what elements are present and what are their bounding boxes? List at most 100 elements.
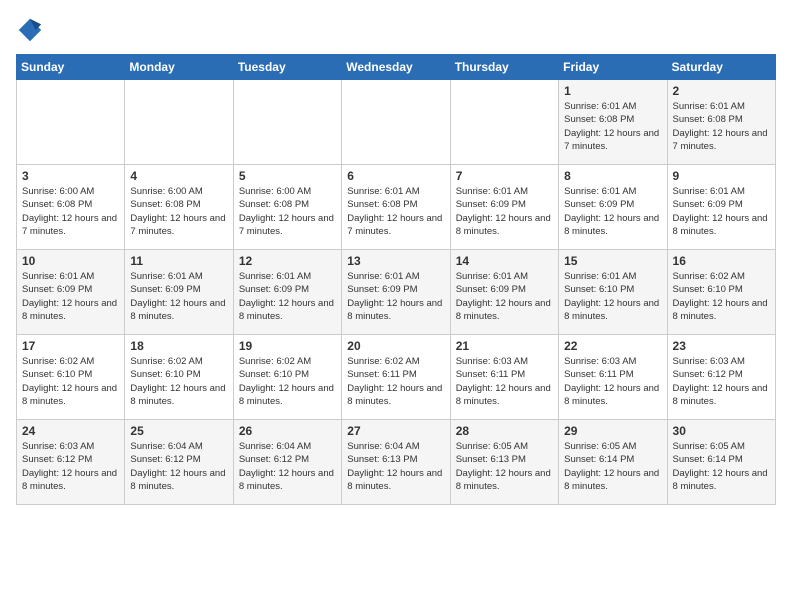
day-cell-19: 19 Sunrise: 6:02 AMSunset: 6:10 PMDayligh…: [233, 335, 341, 420]
day-info: Sunrise: 6:01 AMSunset: 6:09 PMDaylight:…: [130, 270, 227, 323]
day-number: 11: [130, 254, 227, 268]
day-number: 29: [564, 424, 661, 438]
day-info: Sunrise: 6:05 AMSunset: 6:13 PMDaylight:…: [456, 440, 553, 493]
day-cell-10: 10 Sunrise: 6:01 AMSunset: 6:09 PMDayligh…: [17, 250, 125, 335]
day-cell-21: 21 Sunrise: 6:03 AMSunset: 6:11 PMDayligh…: [450, 335, 558, 420]
day-info: Sunrise: 6:01 AMSunset: 6:08 PMDaylight:…: [347, 185, 444, 238]
day-number: 18: [130, 339, 227, 353]
day-info: Sunrise: 6:00 AMSunset: 6:08 PMDaylight:…: [239, 185, 336, 238]
column-header-monday: Monday: [125, 55, 233, 80]
day-cell-22: 22 Sunrise: 6:03 AMSunset: 6:11 PMDayligh…: [559, 335, 667, 420]
day-cell-23: 23Sunrise: 6:03 AMSunset: 6:12 PMDayligh…: [667, 335, 775, 420]
day-number: 23: [673, 339, 770, 353]
day-cell-25: 25Sunrise: 6:04 AMSunset: 6:12 PMDayligh…: [125, 420, 233, 505]
day-info: Sunrise: 6:01 AMSunset: 6:08 PMDaylight:…: [673, 100, 770, 153]
column-header-sunday: Sunday: [17, 55, 125, 80]
day-cell-27: 27Sunrise: 6:04 AMSunset: 6:13 PMDayligh…: [342, 420, 450, 505]
day-cell-empty: [233, 80, 341, 165]
day-info: Sunrise: 6:01 AMSunset: 6:10 PMDaylight:…: [564, 270, 661, 323]
day-cell-8: 8Sunrise: 6:01 AMSunset: 6:09 PMDaylight…: [559, 165, 667, 250]
day-number: 21: [456, 339, 553, 353]
day-cell-13: 13 Sunrise: 6:01 AMSunset: 6:09 PMDayligh…: [342, 250, 450, 335]
day-cell-9: 9 Sunrise: 6:01 AMSunset: 6:09 PMDaylight…: [667, 165, 775, 250]
day-cell-empty: [342, 80, 450, 165]
day-info: Sunrise: 6:02 AMSunset: 6:10 PMDaylight:…: [673, 270, 770, 323]
week-row-1: 1 Sunrise: 6:01 AMSunset: 6:08 PMDaylight…: [17, 80, 776, 165]
day-info: Sunrise: 6:01 AMSunset: 6:09 PMDaylight:…: [456, 270, 553, 323]
day-number: 26: [239, 424, 336, 438]
week-row-4: 17 Sunrise: 6:02 AMSunset: 6:10 PMDayligh…: [17, 335, 776, 420]
day-number: 24: [22, 424, 119, 438]
day-cell-24: 24 Sunrise: 6:03 AMSunset: 6:12 PMDayligh…: [17, 420, 125, 505]
day-cell-17: 17 Sunrise: 6:02 AMSunset: 6:10 PMDayligh…: [17, 335, 125, 420]
week-row-2: 3 Sunrise: 6:00 AMSunset: 6:08 PMDaylight…: [17, 165, 776, 250]
day-info: Sunrise: 6:04 AMSunset: 6:13 PMDaylight:…: [347, 440, 444, 493]
day-info: Sunrise: 6:03 AMSunset: 6:11 PMDaylight:…: [456, 355, 553, 408]
column-header-thursday: Thursday: [450, 55, 558, 80]
day-number: 9: [673, 169, 770, 183]
day-number: 22: [564, 339, 661, 353]
day-number: 16: [673, 254, 770, 268]
day-number: 4: [130, 169, 227, 183]
day-cell-1: 1Sunrise: 6:01 AMSunset: 6:08 PMDaylight…: [559, 80, 667, 165]
day-info: Sunrise: 6:04 AMSunset: 6:12 PMDaylight:…: [130, 440, 227, 493]
day-info: Sunrise: 6:01 AMSunset: 6:09 PMDaylight:…: [673, 185, 770, 238]
day-info: Sunrise: 6:02 AMSunset: 6:10 PMDaylight:…: [22, 355, 119, 408]
day-number: 14: [456, 254, 553, 268]
day-number: 30: [673, 424, 770, 438]
day-number: 5: [239, 169, 336, 183]
day-cell-12: 12 Sunrise: 6:01 AMSunset: 6:09 PMDayligh…: [233, 250, 341, 335]
day-info: Sunrise: 6:00 AMSunset: 6:08 PMDaylight:…: [130, 185, 227, 238]
day-cell-20: 20 Sunrise: 6:02 AMSunset: 6:11 PMDayligh…: [342, 335, 450, 420]
day-info: Sunrise: 6:01 AMSunset: 6:09 PMDaylight:…: [239, 270, 336, 323]
day-info: Sunrise: 6:02 AMSunset: 6:10 PMDaylight:…: [239, 355, 336, 408]
day-cell-28: 28 Sunrise: 6:05 AMSunset: 6:13 PMDayligh…: [450, 420, 558, 505]
day-number: 12: [239, 254, 336, 268]
day-cell-16: 16 Sunrise: 6:02 AMSunset: 6:10 PMDayligh…: [667, 250, 775, 335]
calendar-header: SundayMondayTuesdayWednesdayThursdayFrid…: [17, 55, 776, 80]
day-info: Sunrise: 6:04 AMSunset: 6:12 PMDaylight:…: [239, 440, 336, 493]
day-cell-15: 15 Sunrise: 6:01 AMSunset: 6:10 PMDayligh…: [559, 250, 667, 335]
day-cell-2: 2 Sunrise: 6:01 AMSunset: 6:08 PMDaylight…: [667, 80, 775, 165]
day-cell-14: 14 Sunrise: 6:01 AMSunset: 6:09 PMDayligh…: [450, 250, 558, 335]
day-cell-29: 29 Sunrise: 6:05 AMSunset: 6:14 PMDayligh…: [559, 420, 667, 505]
day-info: Sunrise: 6:00 AMSunset: 6:08 PMDaylight:…: [22, 185, 119, 238]
day-info: Sunrise: 6:02 AMSunset: 6:10 PMDaylight:…: [130, 355, 227, 408]
column-header-saturday: Saturday: [667, 55, 775, 80]
day-info: Sunrise: 6:01 AMSunset: 6:09 PMDaylight:…: [22, 270, 119, 323]
day-cell-11: 11 Sunrise: 6:01 AMSunset: 6:09 PMDayligh…: [125, 250, 233, 335]
day-cell-6: 6 Sunrise: 6:01 AMSunset: 6:08 PMDaylight…: [342, 165, 450, 250]
day-cell-26: 26 Sunrise: 6:04 AMSunset: 6:12 PMDayligh…: [233, 420, 341, 505]
day-number: 6: [347, 169, 444, 183]
day-number: 13: [347, 254, 444, 268]
week-row-3: 10 Sunrise: 6:01 AMSunset: 6:09 PMDayligh…: [17, 250, 776, 335]
week-row-5: 24 Sunrise: 6:03 AMSunset: 6:12 PMDayligh…: [17, 420, 776, 505]
calendar-body: 1 Sunrise: 6:01 AMSunset: 6:08 PMDaylight…: [17, 80, 776, 505]
day-info: Sunrise: 6:03 AMSunset: 6:11 PMDaylight:…: [564, 355, 661, 408]
day-number: 17: [22, 339, 119, 353]
calendar-table: SundayMondayTuesdayWednesdayThursdayFrid…: [16, 54, 776, 505]
day-cell-empty: [450, 80, 558, 165]
column-header-wednesday: Wednesday: [342, 55, 450, 80]
header-row: SundayMondayTuesdayWednesdayThursdayFrid…: [17, 55, 776, 80]
day-number: 2: [673, 84, 770, 98]
day-number: 28: [456, 424, 553, 438]
day-info: Sunrise: 6:05 AMSunset: 6:14 PMDaylight:…: [673, 440, 770, 493]
day-info: Sunrise: 6:05 AMSunset: 6:14 PMDaylight:…: [564, 440, 661, 493]
day-cell-7: 7Sunrise: 6:01 AMSunset: 6:09 PMDaylight…: [450, 165, 558, 250]
day-cell-3: 3 Sunrise: 6:00 AMSunset: 6:08 PMDaylight…: [17, 165, 125, 250]
day-info: Sunrise: 6:02 AMSunset: 6:11 PMDaylight:…: [347, 355, 444, 408]
day-number: 3: [22, 169, 119, 183]
day-number: 7: [456, 169, 553, 183]
logo: [16, 16, 48, 44]
day-number: 15: [564, 254, 661, 268]
day-cell-empty: [17, 80, 125, 165]
day-info: Sunrise: 6:01 AMSunset: 6:09 PMDaylight:…: [347, 270, 444, 323]
day-info: Sunrise: 6:03 AMSunset: 6:12 PMDaylight:…: [22, 440, 119, 493]
day-number: 19: [239, 339, 336, 353]
day-cell-18: 18 Sunrise: 6:02 AMSunset: 6:10 PMDayligh…: [125, 335, 233, 420]
day-number: 20: [347, 339, 444, 353]
day-number: 1: [564, 84, 661, 98]
column-header-tuesday: Tuesday: [233, 55, 341, 80]
day-number: 10: [22, 254, 119, 268]
